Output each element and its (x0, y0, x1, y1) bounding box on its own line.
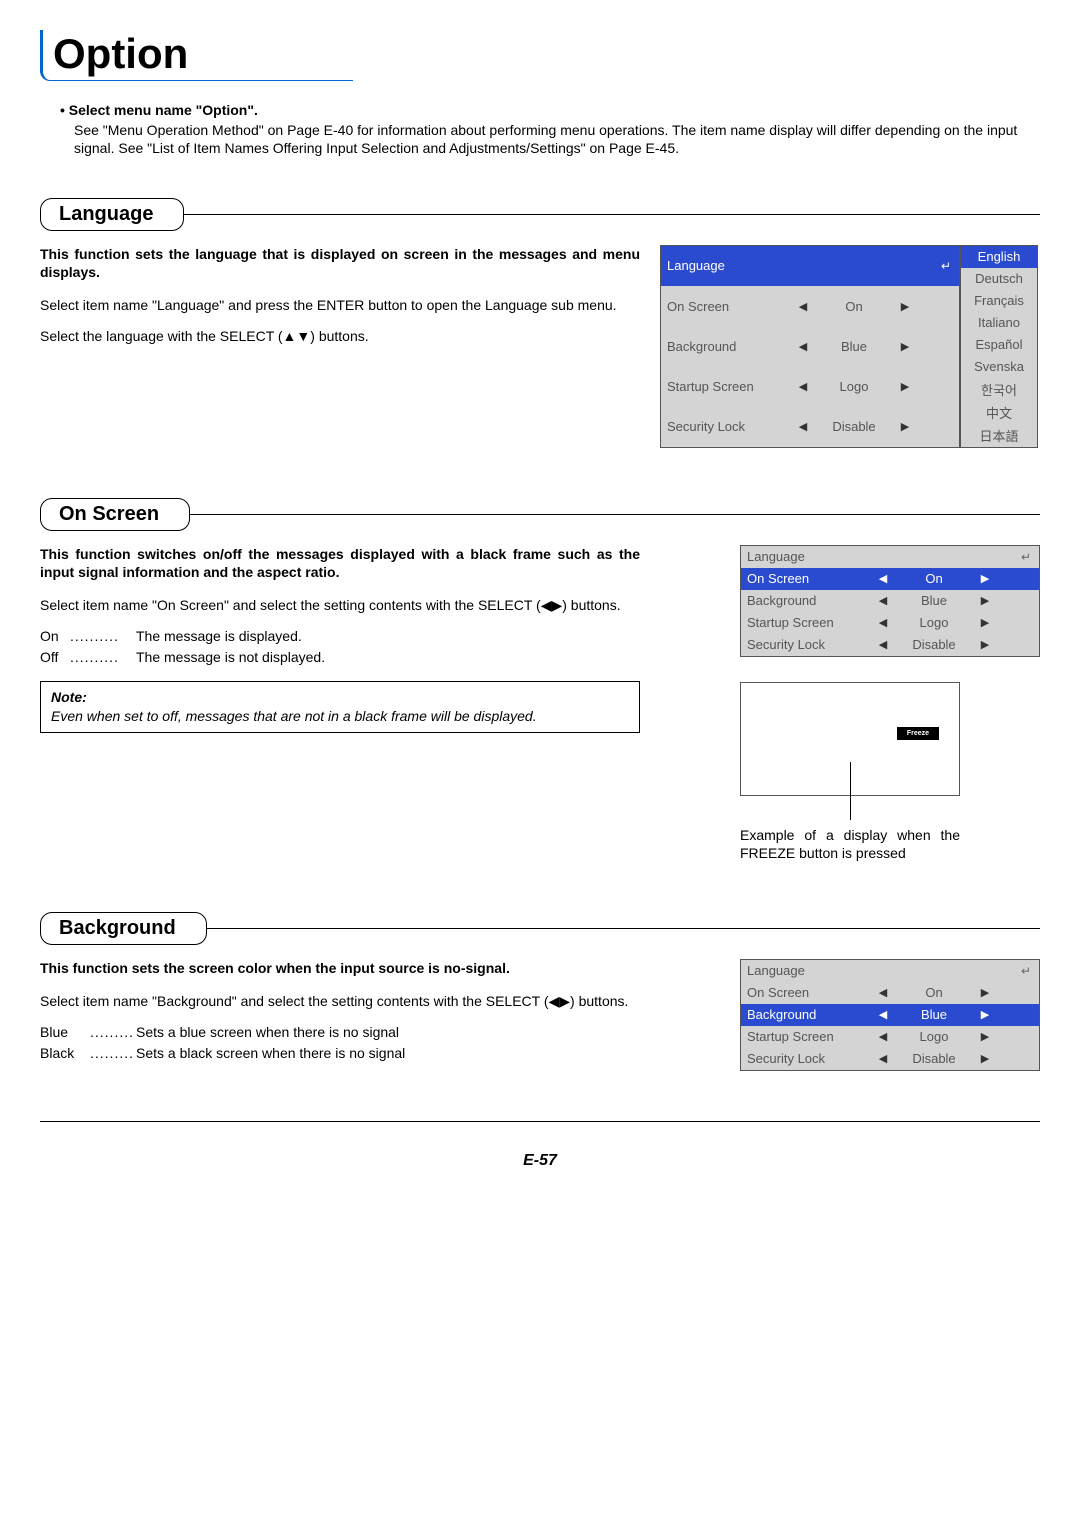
onscreen-menu: Language↵ On Screen◀On▶ Background◀Blue▶… (740, 545, 1040, 657)
onscreen-p1: Select item name "On Screen" and select … (40, 596, 640, 615)
language-desc: This function sets the language that is … (40, 245, 640, 283)
freeze-caption: Example of a display when the FREEZE but… (740, 826, 960, 862)
section-header-onscreen: On Screen (40, 498, 190, 531)
intro-bullet: • Select menu name "Option". (60, 101, 1040, 119)
section-header-language: Language (40, 198, 184, 231)
language-menu: Language↵ On Screen◀On▶ Background◀Blue▶… (660, 245, 960, 448)
language-p2: Select the language with the SELECT (▲▼)… (40, 327, 640, 346)
background-p1: Select item name "Background" and select… (40, 992, 640, 1011)
divider (189, 514, 1040, 515)
onscreen-options: OnThe message is displayed. OffThe messa… (40, 627, 640, 667)
background-desc: This function sets the screen color when… (40, 959, 640, 978)
background-options: BlueSets a blue screen when there is no … (40, 1023, 640, 1063)
background-menu: Language↵ On Screen◀On▶ Background◀Blue▶… (740, 959, 1040, 1071)
onscreen-desc: This function switches on/off the messag… (40, 545, 640, 583)
freeze-pointer (850, 762, 851, 820)
freeze-example: Freeze Example of a display when the FRE… (740, 682, 960, 862)
page-number: E-57 (40, 1152, 1040, 1170)
language-list: English Deutsch Français Italiano Españo… (960, 245, 1038, 448)
section-header-background: Background (40, 912, 207, 945)
bottom-rule (40, 1121, 1040, 1122)
intro-text: See "Menu Operation Method" on Page E-40… (74, 121, 1040, 157)
note-box: Note: Even when set to off, messages tha… (40, 681, 640, 733)
freeze-label: Freeze (897, 727, 939, 740)
page-title: Option (53, 30, 353, 78)
divider (206, 928, 1040, 929)
divider (183, 214, 1040, 215)
language-p1: Select item name "Language" and press th… (40, 296, 640, 315)
